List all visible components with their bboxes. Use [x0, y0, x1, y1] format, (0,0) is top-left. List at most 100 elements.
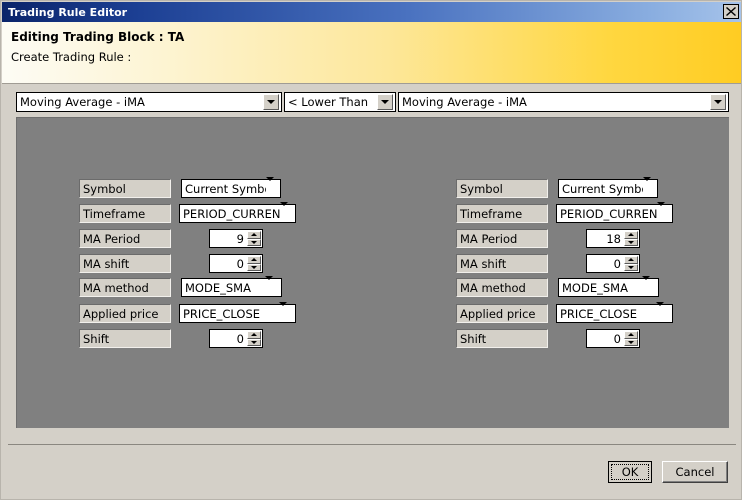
field-stepper-value[interactable]: 18: [587, 230, 624, 247]
field-label-text: Timeframe: [460, 206, 523, 221]
stepper-up-icon[interactable]: [624, 231, 638, 239]
field-select-right-5[interactable]: PRICE_CLOSE: [556, 302, 673, 323]
stepper-down-icon[interactable]: [624, 338, 638, 346]
stepper-buttons: [624, 331, 638, 346]
field-select-right-0[interactable]: Current Symbol: [558, 177, 658, 198]
field-stepper-value[interactable]: 0: [587, 255, 624, 272]
stepper-down-icon[interactable]: [624, 263, 638, 271]
operator-value: < Lower Than: [288, 95, 369, 109]
field-label-text: Applied price: [460, 306, 536, 321]
stepper-up-icon[interactable]: [624, 331, 638, 339]
chevron-down-icon[interactable]: [263, 94, 279, 110]
chevron-down-icon[interactable]: [642, 177, 656, 196]
field-label-text: MA shift: [83, 256, 130, 271]
field-stepper-left-3[interactable]: 0: [209, 254, 263, 273]
field-select-right-1[interactable]: PERIOD_CURRENT: [556, 202, 673, 223]
field-label-right-6: Shift: [456, 329, 548, 348]
field-select-value: PERIOD_CURRENT: [560, 206, 658, 221]
window-title: Trading Rule Editor: [8, 5, 128, 19]
left-indicator-select[interactable]: Moving Average - iMA: [16, 92, 282, 112]
right-indicator-value: Moving Average - iMA: [402, 95, 527, 109]
field-select-value: PRICE_CLOSE: [183, 306, 261, 321]
cancel-button[interactable]: Cancel: [662, 461, 728, 483]
field-row: Symbol Current Symbol: [456, 177, 716, 198]
field-label-text: MA method: [83, 280, 149, 295]
field-label-text: Shift: [460, 331, 487, 346]
field-label-right-2: MA Period: [456, 229, 548, 248]
field-label-left-4: MA method: [79, 278, 171, 297]
stepper-buttons: [624, 256, 638, 271]
field-row: MA Period 18: [456, 229, 716, 248]
stepper-down-icon[interactable]: [247, 263, 261, 271]
field-select-value: Current Symbol: [562, 181, 643, 196]
field-select-value: PERIOD_CURRENT: [183, 206, 281, 221]
field-label-left-6: Shift: [79, 329, 171, 348]
field-row: MA Period 9: [79, 229, 339, 248]
field-label-text: Symbol: [460, 181, 503, 196]
trading-rule-editor-window: Trading Rule Editor Editing Trading Bloc…: [0, 0, 742, 500]
operator-select[interactable]: < Lower Than: [284, 92, 396, 112]
stepper-up-icon[interactable]: [624, 256, 638, 264]
stepper-down-icon[interactable]: [624, 238, 638, 246]
field-stepper-right-2[interactable]: 18: [586, 229, 640, 248]
chevron-down-icon[interactable]: [657, 202, 671, 221]
field-stepper-left-2[interactable]: 9: [209, 229, 263, 248]
chevron-down-icon[interactable]: [377, 94, 393, 110]
chevron-down-icon[interactable]: [280, 202, 294, 221]
field-row: Shift 0: [456, 329, 716, 348]
field-stepper-right-6[interactable]: 0: [586, 329, 640, 348]
field-row: Applied price PRICE_CLOSE: [79, 302, 339, 323]
field-label-left-0: Symbol: [79, 179, 171, 198]
parameters-panel: Symbol Current Symbol Timeframe PERIOD_CURR…: [16, 117, 729, 428]
field-row: Applied price PRICE_CLOSE: [456, 302, 716, 323]
field-select-right-4[interactable]: MODE_SMA: [558, 276, 659, 297]
field-row: MA method MODE_SMA: [456, 276, 716, 297]
field-row: Timeframe PERIOD_CURRENT: [79, 202, 339, 223]
field-label-text: MA shift: [460, 256, 507, 271]
close-x-glyph: [726, 7, 736, 16]
field-row: MA shift 0: [456, 254, 716, 273]
ok-button[interactable]: OK: [608, 461, 652, 483]
field-label-text: Applied price: [83, 306, 159, 321]
field-label-text: MA method: [460, 280, 526, 295]
stepper-down-icon[interactable]: [247, 338, 261, 346]
field-stepper-value[interactable]: 0: [587, 330, 624, 347]
field-label-right-5: Applied price: [456, 304, 548, 323]
close-icon[interactable]: [723, 4, 739, 19]
field-stepper-value[interactable]: 0: [210, 255, 247, 272]
field-stepper-right-3[interactable]: 0: [586, 254, 640, 273]
field-stepper-value[interactable]: 0: [210, 330, 247, 347]
field-row: Shift 0: [79, 329, 339, 348]
chevron-down-icon[interactable]: [656, 302, 671, 321]
chevron-down-icon[interactable]: [265, 276, 280, 295]
stepper-buttons: [247, 331, 261, 346]
field-select-left-1[interactable]: PERIOD_CURRENT: [179, 202, 296, 223]
field-row: MA shift 0: [79, 254, 339, 273]
field-select-value: Current Symbol: [185, 181, 266, 196]
chevron-down-icon[interactable]: [710, 94, 726, 110]
field-row: Symbol Current Symbol: [79, 177, 339, 198]
title-bar: Trading Rule Editor: [2, 2, 741, 22]
stepper-up-icon[interactable]: [247, 231, 261, 239]
chevron-down-icon[interactable]: [265, 177, 279, 196]
stepper-down-icon[interactable]: [247, 238, 261, 246]
stepper-buttons: [624, 231, 638, 246]
field-select-left-4[interactable]: MODE_SMA: [181, 276, 282, 297]
field-row: Timeframe PERIOD_CURRENT: [456, 202, 716, 223]
chevron-down-icon[interactable]: [279, 302, 294, 321]
field-stepper-value[interactable]: 9: [210, 230, 247, 247]
field-select-left-5[interactable]: PRICE_CLOSE: [179, 302, 296, 323]
field-label-right-4: MA method: [456, 278, 548, 297]
page-subtitle: Create Trading Rule :: [11, 50, 132, 64]
field-label-right-3: MA shift: [456, 254, 548, 273]
field-label-left-5: Applied price: [79, 304, 171, 323]
field-select-left-0[interactable]: Current Symbol: [181, 177, 281, 198]
stepper-buttons: [247, 256, 261, 271]
field-stepper-left-6[interactable]: 0: [209, 329, 263, 348]
cancel-button-label: Cancel: [675, 465, 715, 479]
right-indicator-select[interactable]: Moving Average - iMA: [398, 92, 729, 112]
stepper-up-icon[interactable]: [247, 256, 261, 264]
chevron-down-icon[interactable]: [642, 276, 657, 295]
stepper-up-icon[interactable]: [247, 331, 261, 339]
field-label-text: Timeframe: [83, 206, 146, 221]
